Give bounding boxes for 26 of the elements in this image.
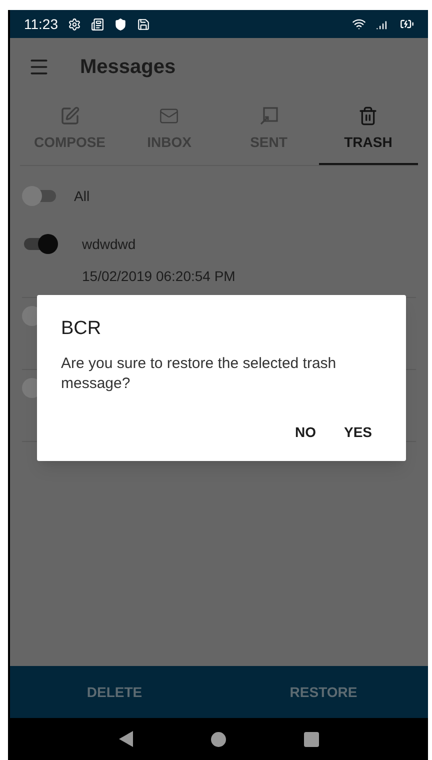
dialog-title: BCR bbox=[61, 317, 102, 341]
square-arrow-icon bbox=[258, 106, 279, 126]
toolbar-title: Messages bbox=[80, 54, 176, 80]
dialog-button[interactable]: YES bbox=[334, 416, 382, 448]
pen-square-icon bbox=[60, 106, 80, 126]
status-time: 11:23 bbox=[24, 14, 58, 34]
message-sender: wdwdwd bbox=[82, 235, 137, 254]
envelope-icon bbox=[159, 106, 180, 126]
toggle-switch[interactable] bbox=[22, 186, 58, 206]
battery-icon bbox=[400, 17, 414, 31]
trash-icon bbox=[358, 106, 378, 126]
recents-icon[interactable] bbox=[304, 732, 319, 746]
toggle-switch[interactable] bbox=[22, 234, 58, 254]
shield-icon bbox=[114, 18, 127, 30]
select-all-label: All bbox=[74, 186, 90, 206]
action-button[interactable]: DELETE bbox=[10, 666, 219, 718]
back-icon[interactable] bbox=[119, 731, 133, 747]
wifi-icon bbox=[352, 17, 366, 31]
message-time: 15/02/2019 06:20:54 PM bbox=[82, 267, 236, 286]
sd-card-icon bbox=[137, 18, 150, 30]
tab[interactable]: TRASH bbox=[318, 95, 418, 165]
dialog-button[interactable]: NO bbox=[284, 416, 326, 448]
dialog-message: Are you sure to restore the selected trash message? bbox=[61, 354, 338, 394]
action-button[interactable]: RESTORE bbox=[219, 666, 428, 718]
gear-icon bbox=[68, 18, 81, 30]
home-icon[interactable] bbox=[211, 732, 226, 746]
